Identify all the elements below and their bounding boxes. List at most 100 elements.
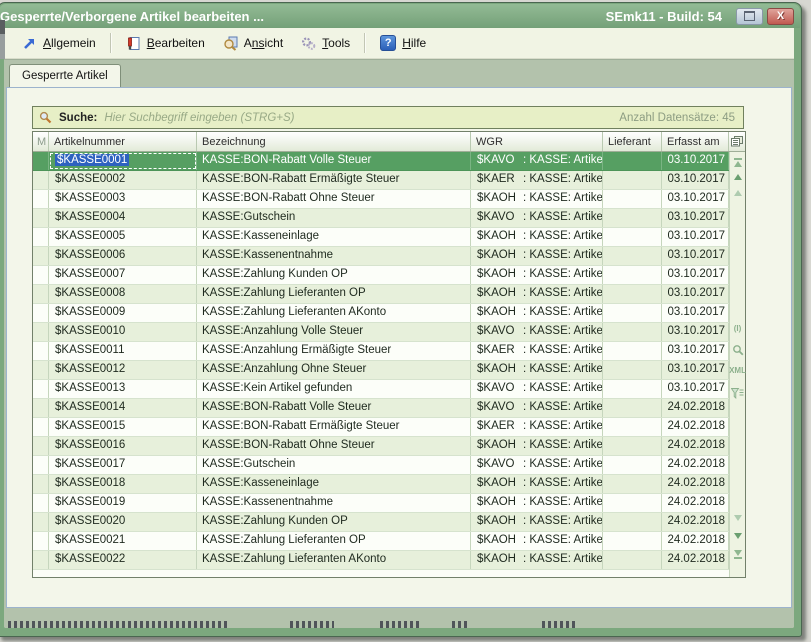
cell-artikelnummer: $KASSE0011 bbox=[49, 342, 197, 360]
table-row[interactable]: $KASSE0011KASSE:Anzahlung Ermäßigte Steu… bbox=[33, 342, 729, 361]
scroll-up-button[interactable] bbox=[730, 190, 745, 196]
cell-marker bbox=[33, 228, 49, 246]
table-row[interactable]: $KASSE0015KASSE:BON-Rabatt Ermäßigte Ste… bbox=[33, 418, 729, 437]
cell-erfasst-am: 03.10.2017 bbox=[662, 323, 729, 341]
table-row[interactable]: $KASSE0010KASSE:Anzahlung Volle Steuer$K… bbox=[33, 323, 729, 342]
selected-cell-value: $KASSE0001 bbox=[55, 154, 129, 166]
cell-artikelnummer: $KASSE0020 bbox=[49, 513, 197, 531]
cell-wgr: $KAOH: KASSE: Artikel O bbox=[471, 551, 603, 569]
table-row[interactable]: $KASSE0006KASSE:Kassenentnahme$KAOH: KAS… bbox=[33, 247, 729, 266]
document-pen-icon bbox=[126, 36, 141, 51]
table-row[interactable]: $KASSE0007KASSE:Zahlung Kunden OP$KAOH: … bbox=[33, 266, 729, 285]
table-row[interactable]: $KASSE0019KASSE:Kassenentnahme$KAOH: KAS… bbox=[33, 494, 729, 513]
filter-button[interactable] bbox=[730, 388, 745, 400]
table-row[interactable]: $KASSE0017KASSE:Gutschein$KAVO: KASSE: A… bbox=[33, 456, 729, 475]
column-chooser-button[interactable] bbox=[729, 132, 745, 151]
column-header-lieferant[interactable]: Lieferant bbox=[603, 132, 662, 151]
cell-erfasst-am: 03.10.2017 bbox=[662, 190, 729, 208]
cell-artikelnummer: $KASSE0001 bbox=[49, 152, 197, 170]
search-label: Suche: bbox=[59, 112, 97, 124]
table-row[interactable]: $KASSE0003KASSE:BON-Rabatt Ohne Steuer$K… bbox=[33, 190, 729, 209]
cell-erfasst-am: 24.02.2018 bbox=[662, 513, 729, 531]
cell-artikelnummer: $KASSE0015 bbox=[49, 418, 197, 436]
table-row[interactable]: $KASSE0001KASSE:BON-Rabatt Volle Steuer$… bbox=[33, 152, 729, 171]
cell-artikelnummer: $KASSE0022 bbox=[49, 551, 197, 569]
tab-gesperrte-artikel[interactable]: Gesperrte Artikel bbox=[9, 64, 121, 87]
cell-erfasst-am: 24.02.2018 bbox=[662, 494, 729, 512]
menu-allgemein[interactable]: Allgemein bbox=[13, 32, 105, 55]
table-row[interactable]: $KASSE0009KASSE:Zahlung Lieferanten AKon… bbox=[33, 304, 729, 323]
table-row[interactable]: $KASSE0008KASSE:Zahlung Lieferanten OP$K… bbox=[33, 285, 729, 304]
table-row[interactable]: $KASSE0014KASSE:BON-Rabatt Volle Steuer$… bbox=[33, 399, 729, 418]
cell-marker bbox=[33, 532, 49, 550]
cell-artikelnummer: $KASSE0003 bbox=[49, 190, 197, 208]
cell-lieferant bbox=[603, 456, 662, 474]
cell-bezeichnung: KASSE:Anzahlung Volle Steuer bbox=[197, 323, 471, 341]
table-row[interactable]: $KASSE0022KASSE:Zahlung Lieferanten AKon… bbox=[33, 551, 729, 570]
table-row[interactable]: $KASSE0020KASSE:Zahlung Kunden OP$KAOH: … bbox=[33, 513, 729, 532]
cell-bezeichnung: KASSE:Zahlung Lieferanten AKonto bbox=[197, 551, 471, 569]
search-bar[interactable]: Suche: Hier Suchbegriff eingeben (STRG+S… bbox=[32, 106, 744, 129]
table-row[interactable]: $KASSE0013KASSE:Kein Artikel gefunden$KA… bbox=[33, 380, 729, 399]
cell-lieferant bbox=[603, 342, 662, 360]
cell-lieferant bbox=[603, 532, 662, 550]
column-header-bezeichnung[interactable]: Bezeichnung bbox=[197, 132, 471, 151]
cell-lieferant bbox=[603, 361, 662, 379]
cell-lieferant bbox=[603, 418, 662, 436]
cell-wgr: $KAVO: KASSE: Artikel V bbox=[471, 456, 603, 474]
cell-lieferant bbox=[603, 304, 662, 322]
scroll-down-button[interactable] bbox=[730, 515, 745, 521]
cell-lieferant bbox=[603, 399, 662, 417]
cell-artikelnummer: $KASSE0008 bbox=[49, 285, 197, 303]
cell-bezeichnung: KASSE:Kassenentnahme bbox=[197, 247, 471, 265]
table-row[interactable]: $KASSE0018KASSE:Kasseneinlage$KAOH: KASS… bbox=[33, 475, 729, 494]
column-header-marker[interactable]: M bbox=[33, 132, 49, 151]
cell-artikelnummer: $KASSE0016 bbox=[49, 437, 197, 455]
cell-bezeichnung: KASSE:Zahlung Lieferanten OP bbox=[197, 532, 471, 550]
menu-tools-label: Tools bbox=[322, 36, 350, 50]
menu-tools[interactable]: Tools bbox=[292, 32, 359, 55]
restore-button[interactable] bbox=[736, 8, 763, 25]
cell-erfasst-am: 24.02.2018 bbox=[662, 551, 729, 569]
table-row[interactable]: $KASSE0002KASSE:BON-Rabatt Ermäßigte Ste… bbox=[33, 171, 729, 190]
close-button[interactable]: X bbox=[767, 8, 794, 25]
record-count: Anzahl Datensätze: 45 bbox=[619, 112, 735, 124]
cell-artikelnummer: $KASSE0007 bbox=[49, 266, 197, 284]
scroll-to-bottom-button[interactable] bbox=[730, 550, 745, 560]
cell-erfasst-am: 03.10.2017 bbox=[662, 285, 729, 303]
table-row[interactable]: $KASSE0005KASSE:Kasseneinlage$KAOH: KASS… bbox=[33, 228, 729, 247]
menu-hilfe[interactable]: ? Hilfe bbox=[371, 31, 435, 55]
table-row[interactable]: $KASSE0021KASSE:Zahlung Lieferanten OP$K… bbox=[33, 532, 729, 551]
cell-lieferant bbox=[603, 171, 662, 189]
search-input[interactable]: Hier Suchbegriff eingeben (STRG+S) bbox=[104, 112, 294, 124]
cell-lieferant bbox=[603, 152, 662, 170]
table-row[interactable]: $KASSE0012KASSE:Anzahlung Ohne Steuer$KA… bbox=[33, 361, 729, 380]
cell-wgr: $KAVO: KASSE: Artikel V bbox=[471, 399, 603, 417]
xml-export-button[interactable]: XML bbox=[730, 366, 745, 375]
cell-wgr: $KAOH: KASSE: Artikel O bbox=[471, 190, 603, 208]
cell-artikelnummer: $KASSE0014 bbox=[49, 399, 197, 417]
page-up-button[interactable] bbox=[730, 174, 745, 180]
restore-icon bbox=[744, 11, 755, 21]
menu-bearbeiten[interactable]: Bearbeiten bbox=[117, 32, 214, 55]
cell-lieferant bbox=[603, 475, 662, 493]
cell-wgr: $KAOH: KASSE: Artikel O bbox=[471, 532, 603, 550]
background-window-artifact bbox=[0, 20, 5, 34]
table-row[interactable]: $KASSE0004KASSE:Gutschein$KAVO: KASSE: A… bbox=[33, 209, 729, 228]
version-label: SEmk11 - Build: 54 bbox=[606, 9, 722, 24]
table-row[interactable]: $KASSE0016KASSE:BON-Rabatt Ohne Steuer$K… bbox=[33, 437, 729, 456]
cell-artikelnummer: $KASSE0021 bbox=[49, 532, 197, 550]
menu-ansicht[interactable]: Ansicht bbox=[214, 32, 292, 55]
column-header-wgr[interactable]: WGR bbox=[471, 132, 603, 151]
page-down-button[interactable] bbox=[730, 533, 745, 539]
cell-bezeichnung: KASSE:Gutschein bbox=[197, 456, 471, 474]
column-header-erfasst-am[interactable]: Erfasst am bbox=[662, 132, 729, 151]
cell-erfasst-am: 24.02.2018 bbox=[662, 418, 729, 436]
cell-wgr: $KAOH: KASSE: Artikel O bbox=[471, 304, 603, 322]
scroll-to-top-button[interactable] bbox=[730, 157, 745, 167]
fit-columns-button[interactable]: (I) bbox=[730, 324, 745, 333]
toolbar-separator bbox=[110, 33, 112, 53]
column-header-artikelnummer[interactable]: Artikelnummer bbox=[49, 132, 197, 151]
grid-search-button[interactable] bbox=[730, 344, 745, 356]
cell-wgr: $KAOH: KASSE: Artikel O bbox=[471, 361, 603, 379]
